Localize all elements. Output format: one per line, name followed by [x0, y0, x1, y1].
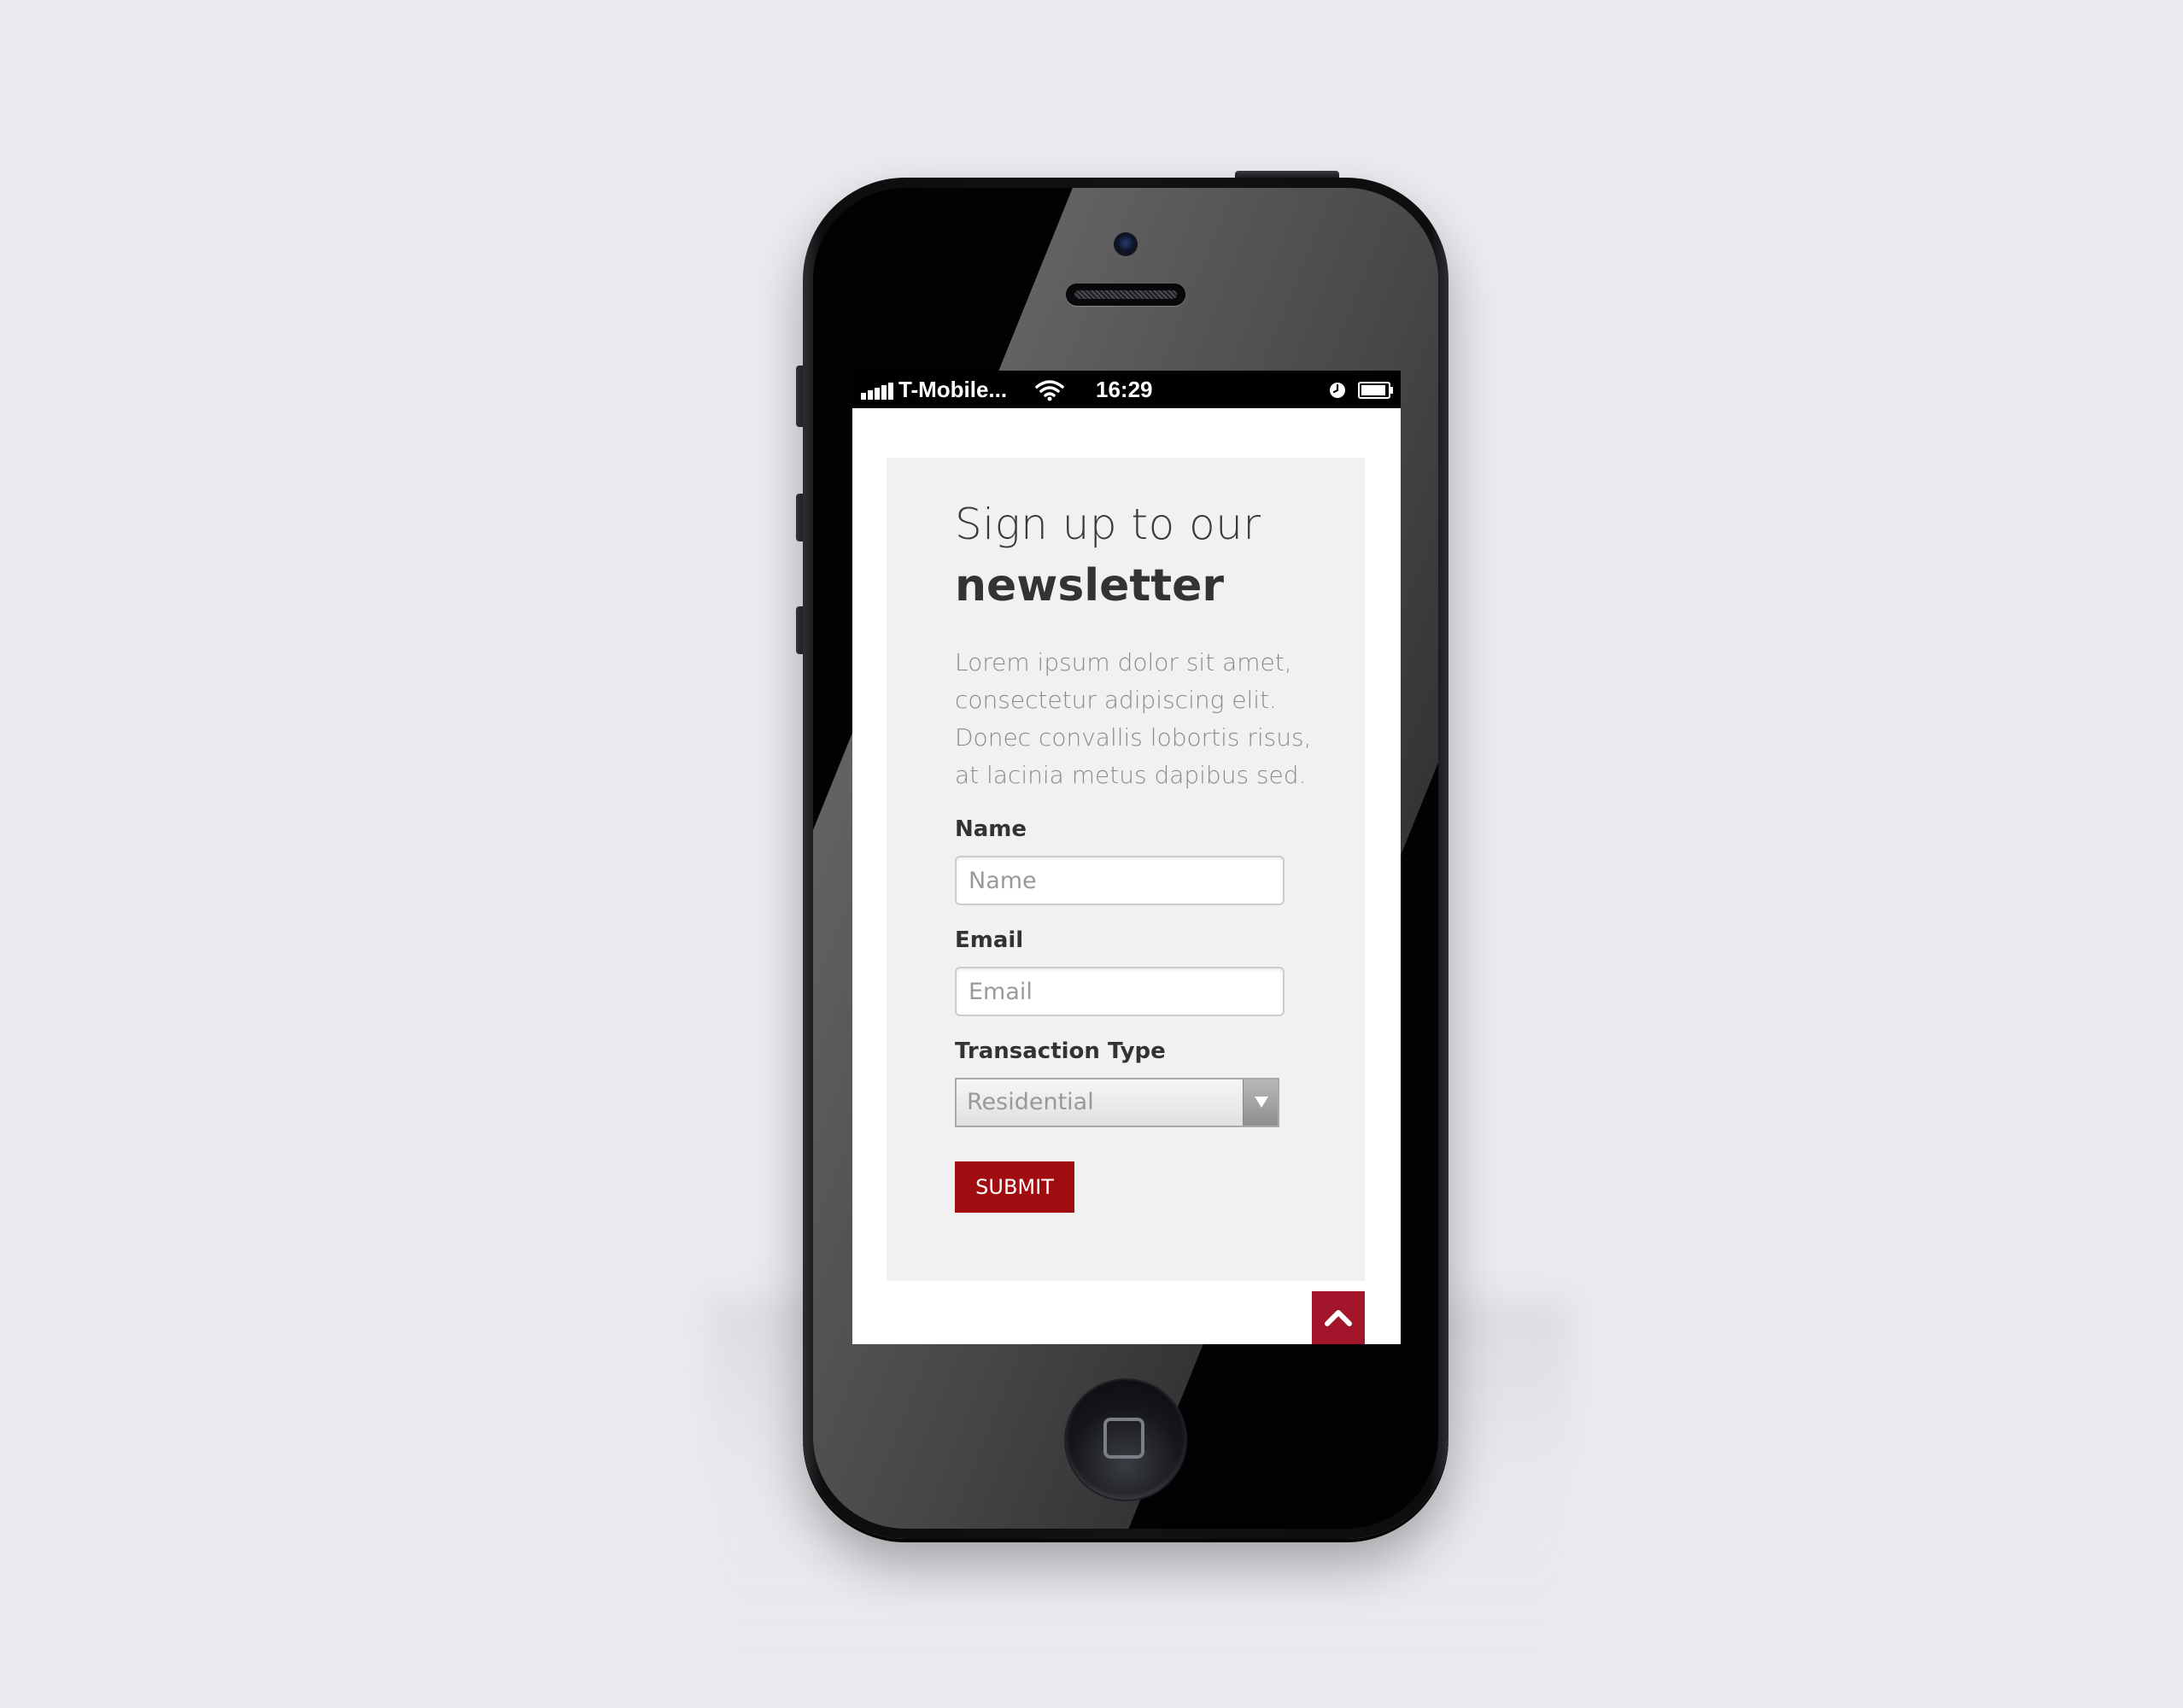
dropdown-arrow-icon[interactable] [1243, 1079, 1278, 1126]
transaction-type-select[interactable]: Residential [955, 1078, 1279, 1127]
battery-icon [1358, 382, 1393, 399]
newsletter-description: Lorem ipsum dolor sit amet, consectetur … [955, 648, 1312, 789]
newsletter-card: Sign up to our newsletter Lorem ipsum do… [887, 458, 1365, 1281]
title-light: Sign up to our [955, 500, 1261, 549]
front-camera [1114, 232, 1138, 256]
carrier-name: T-Mobile... [898, 377, 1008, 402]
earpiece-speaker [1066, 284, 1185, 306]
mockup-stage: T-Mobile... 16:29 Sign up to our newslet… [0, 0, 2183, 1708]
email-label: Email [955, 927, 1024, 953]
status-bar: T-Mobile... 16:29 [852, 371, 1401, 408]
alarm-icon [1330, 383, 1345, 398]
signal-icon [861, 381, 895, 400]
submit-button[interactable]: SUBMIT [955, 1161, 1074, 1213]
home-button-icon [1103, 1418, 1144, 1459]
transaction-type-value: Residential [967, 1089, 1094, 1115]
chevron-up-icon [1325, 1310, 1352, 1326]
name-label: Name [955, 816, 1027, 842]
transaction-type-label: Transaction Type [955, 1038, 1166, 1064]
home-button[interactable] [1066, 1380, 1185, 1500]
email-input[interactable] [955, 967, 1285, 1016]
status-time: 16:29 [1096, 377, 1153, 402]
title-bold: newsletter [955, 560, 1224, 611]
wifi-icon [1035, 380, 1064, 401]
scroll-to-top-button[interactable] [1312, 1291, 1365, 1344]
name-input[interactable] [955, 856, 1285, 905]
phone-screen: T-Mobile... 16:29 Sign up to our newslet… [852, 371, 1401, 1344]
newsletter-title: Sign up to our newsletter [955, 494, 1261, 617]
